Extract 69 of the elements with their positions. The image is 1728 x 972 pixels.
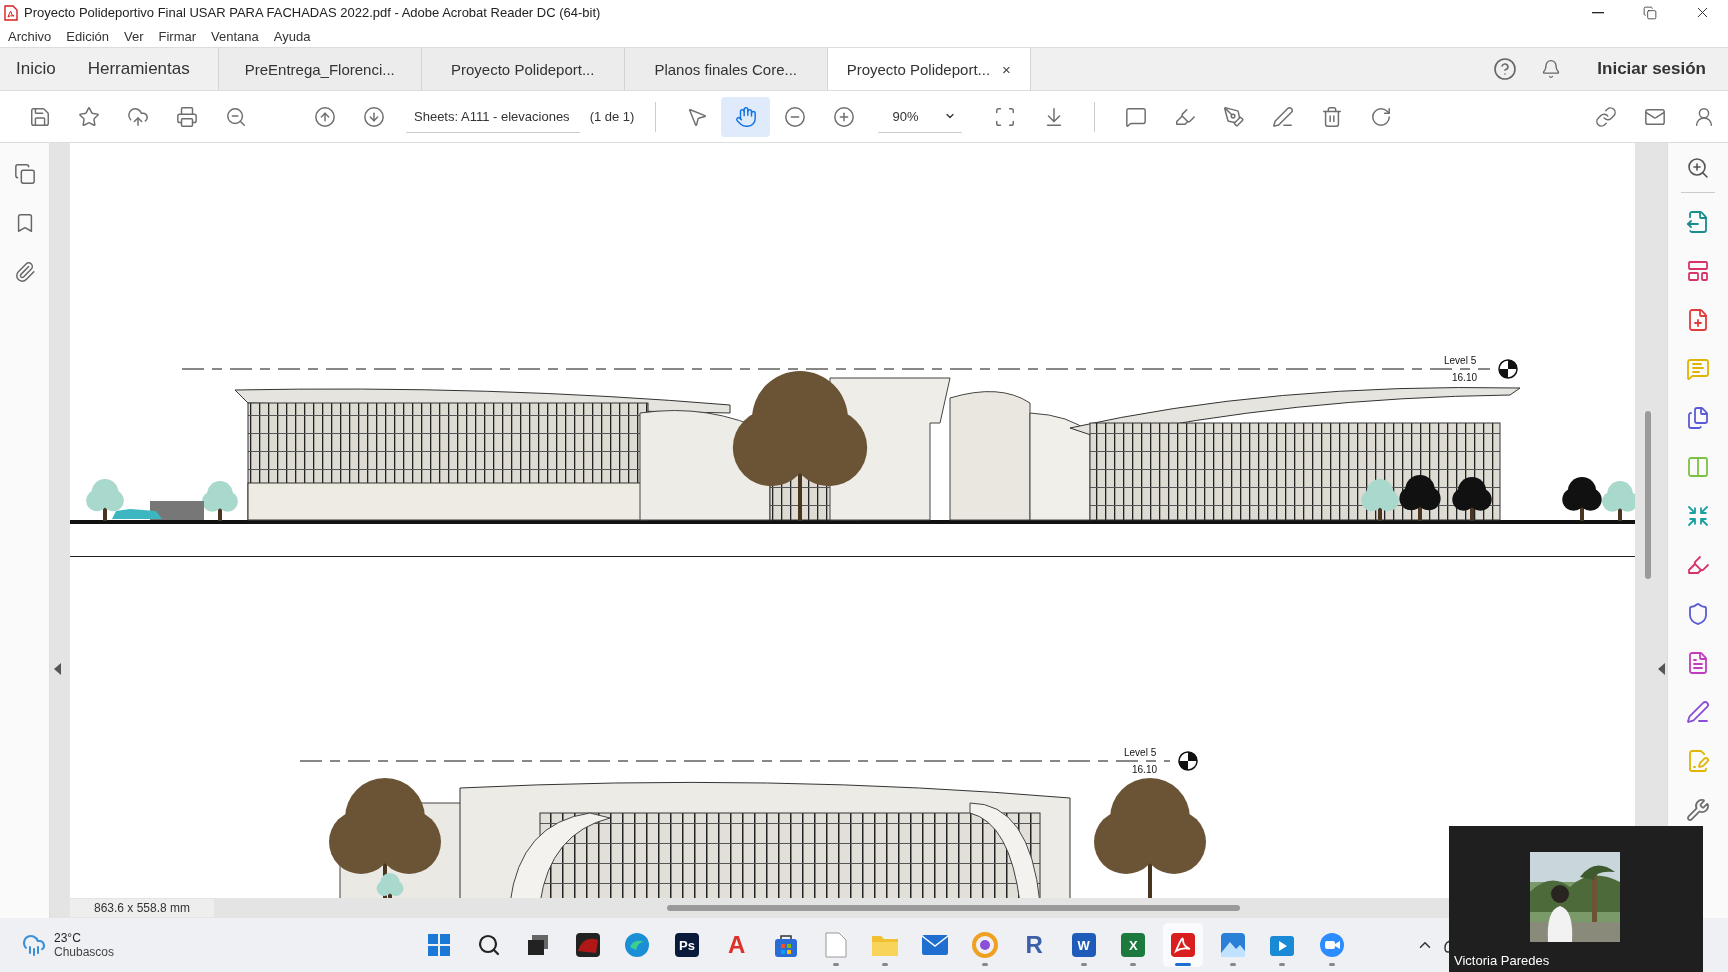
search-icon — [476, 933, 501, 957]
cloud-upload-icon[interactable] — [126, 105, 149, 128]
app-icon: X — [1121, 933, 1146, 957]
pages-icon[interactable] — [13, 163, 36, 185]
zoom-icon — [1686, 155, 1710, 180]
pen-line-icon[interactable] — [1271, 105, 1294, 128]
arrow-up-icon[interactable] — [313, 105, 336, 128]
fit-page-icon[interactable] — [993, 105, 1016, 128]
page-count: (1 de 1) — [589, 109, 635, 124]
taskbar-button[interactable]: W — [1063, 923, 1104, 967]
plus-icon[interactable] — [832, 105, 855, 128]
document-tab[interactable]: Proyecto Polideport... — [420, 48, 624, 90]
page-field[interactable]: Sheets: A111 - elevaciones — [406, 100, 580, 133]
zoom-field[interactable]: 90% — [878, 100, 963, 133]
weather-icon — [22, 933, 46, 957]
taskbar-button[interactable]: Ps — [666, 923, 707, 967]
menu-item[interactable]: Archivo — [8, 28, 52, 44]
window-title: Proyecto Polideportivo Final USAR PARA FACHADAS 2022.pdf - Adobe Acrobat Reader DC (64-bit) — [24, 5, 602, 20]
zoom-out-icon[interactable] — [224, 105, 247, 128]
app-icon: R — [1025, 933, 1043, 957]
participant-name: Victoria Paredes — [1454, 953, 1550, 968]
rotate-icon[interactable] — [1369, 105, 1392, 128]
minimize-icon — [1592, 11, 1604, 14]
menu-item[interactable]: Ventana — [211, 28, 259, 44]
page-size: 863.6 x 558.8 mm — [70, 899, 215, 917]
comment-icon[interactable] — [1124, 105, 1147, 128]
menu-item[interactable]: Ver — [124, 28, 144, 44]
level-marker-icon — [1498, 359, 1518, 379]
level-label: Level 5 — [1124, 747, 1157, 758]
temperature: 23°C — [54, 931, 82, 945]
trash-icon[interactable] — [1320, 105, 1343, 128]
save-icon[interactable] — [28, 105, 51, 128]
menu-item[interactable]: Ayuda — [273, 28, 311, 44]
weather-condition: Chubascos — [54, 945, 115, 959]
star-icon[interactable] — [77, 105, 100, 128]
hand-tool[interactable] — [721, 96, 771, 137]
taskbar-button[interactable]: R — [1014, 923, 1055, 967]
minus-icon[interactable] — [783, 105, 806, 128]
hand-icon — [734, 105, 757, 128]
arrow-down-icon[interactable] — [362, 105, 385, 128]
nav-tab[interactable]: Inicio — [0, 48, 72, 90]
nav-tab[interactable]: Herramientas — [71, 48, 206, 90]
document-tab[interactable]: PreEntrega_Florenci... — [217, 48, 421, 90]
level-marker-icon — [1178, 751, 1198, 771]
sign-in-button[interactable]: Iniciar sesión — [1573, 48, 1728, 90]
print-icon[interactable] — [175, 105, 198, 128]
app-icon: Ps — [674, 933, 699, 957]
taskbar-button[interactable]: X — [1113, 923, 1154, 967]
pdf-icon — [4, 4, 18, 21]
menu-item[interactable]: Edición — [66, 28, 109, 44]
restore-icon — [1643, 5, 1657, 20]
collapse-left-icon[interactable] — [54, 663, 61, 675]
document-tab[interactable]: Planos finales Core... — [623, 48, 827, 90]
link-icon[interactable] — [1594, 105, 1617, 128]
app-icon: W — [1071, 933, 1096, 957]
help-icon[interactable] — [1493, 57, 1518, 81]
scrollbar-thumb[interactable] — [667, 905, 1240, 911]
app-icon: A — [727, 933, 746, 957]
level-height: 16.10 — [1132, 764, 1158, 775]
level-height: 16.10 — [1452, 372, 1478, 383]
attachment-icon[interactable] — [13, 261, 36, 283]
taskbar-button[interactable]: A — [716, 923, 757, 967]
bell-icon[interactable] — [1541, 59, 1562, 79]
document-tab[interactable]: Proyecto Polideport... × — [826, 48, 1030, 90]
task-view-icon — [526, 933, 551, 957]
start-icon — [427, 933, 451, 957]
pen-icon[interactable] — [1222, 105, 1245, 128]
level-label: Level 5 — [1444, 355, 1477, 366]
menu-item[interactable]: Firmar — [158, 28, 197, 44]
